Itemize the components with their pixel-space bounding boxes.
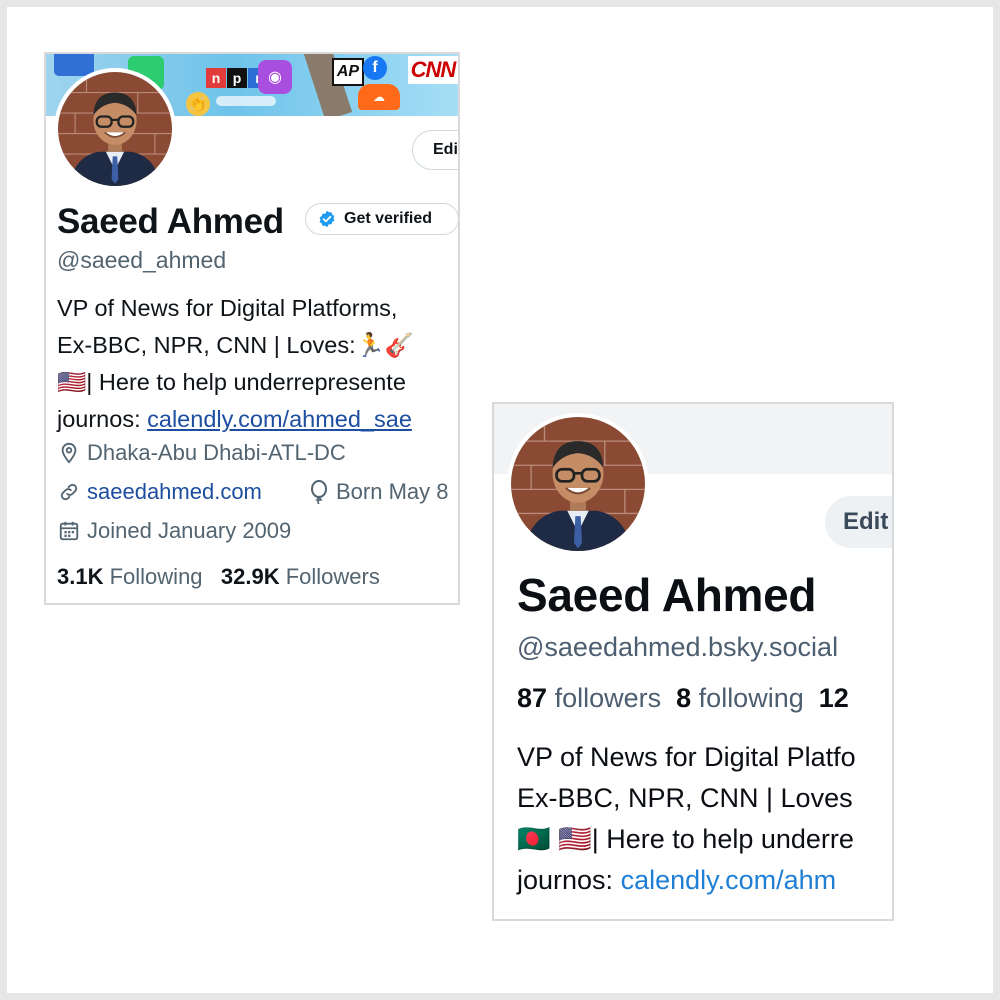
- profile-location: Dhaka-Abu Dhabi-ATL-DC: [58, 440, 346, 466]
- website-link[interactable]: saeedahmed.com: [87, 479, 262, 505]
- profile-name: Saeed Ahmed: [57, 202, 284, 241]
- facebook-icon: f: [363, 56, 387, 80]
- profile-name: Saeed Ahmed: [517, 569, 817, 621]
- bio-line: Ex-BBC, NPR, CNN | Loves: [517, 783, 853, 813]
- bio-line: VP of News for Digital Platforms,: [57, 295, 398, 321]
- get-verified-label: Get verified: [344, 210, 433, 227]
- us-flag-icon: 🇺🇸: [57, 369, 87, 395]
- bio-line: 🇧🇩 🇺🇸| Here to help underre: [517, 824, 854, 854]
- bio-line: 🇺🇸| Here to help underrepresente: [57, 369, 406, 395]
- get-verified-button[interactable]: Get verified: [305, 203, 458, 235]
- ap-logo: AP: [332, 58, 364, 86]
- profile-birthday: Born May 8: [309, 479, 449, 505]
- edit-profile-button[interactable]: Edit: [825, 496, 892, 548]
- x-profile-card: n p r ◉ 👏 AP f ☁ CNN: [44, 52, 460, 605]
- location-pin-icon: [61, 442, 77, 464]
- profile-bio: VP of News for Digital Platforms, Ex-BBC…: [57, 290, 458, 438]
- following-stat[interactable]: 8 following: [676, 683, 804, 713]
- clap-emoji-icon: 👏: [186, 92, 210, 116]
- verified-badge-icon: [319, 210, 335, 228]
- profile-avatar[interactable]: [54, 68, 176, 190]
- avatar-photo: [511, 417, 645, 551]
- profile-handle: @saeed_ahmed: [57, 247, 227, 273]
- profile-website[interactable]: saeedahmed.com: [58, 479, 262, 505]
- avatar-photo: [58, 72, 172, 186]
- calendar-icon: [59, 521, 79, 541]
- bio-line: journos: calendly.com/ahmed_sae: [57, 406, 412, 432]
- profile-handle: @saeedahmed.bsky.social: [517, 632, 839, 662]
- profile-avatar[interactable]: [507, 413, 649, 555]
- link-icon: [60, 483, 78, 501]
- flag-icons: 🇧🇩 🇺🇸: [517, 824, 592, 854]
- profile-stats: 3.1K Following 32.9K Followers: [57, 564, 380, 590]
- banner-stroke-decoration: [216, 96, 276, 106]
- soundcloud-icon: ☁: [358, 84, 400, 110]
- followers-stat[interactable]: 87 followers: [517, 683, 661, 713]
- posts-count: 12: [818, 683, 849, 713]
- bio-line: journos: calendly.com/ahm: [517, 865, 837, 895]
- bio-line: Ex-BBC, NPR, CNN | Loves:🏃🎸: [57, 332, 415, 358]
- cnn-logo: CNN: [408, 56, 458, 84]
- profile-bio: VP of News for Digital Platfo Ex-BBC, NP…: [517, 737, 856, 901]
- profile-joined: Joined January 2009: [58, 518, 291, 544]
- calendly-link[interactable]: calendly.com/ahm: [621, 865, 837, 895]
- npr-logo-p: p: [227, 68, 247, 88]
- followers-stat[interactable]: 32.9K Followers: [221, 564, 380, 589]
- podcasts-icon: ◉: [258, 60, 292, 94]
- profile-stats: 87 followers 8 following 12: [517, 683, 849, 714]
- bluesky-profile-card: Edit Saeed Ahmed @saeedahmed.bsky.social…: [492, 402, 894, 921]
- app-tile-icon: [54, 54, 94, 76]
- bio-line: VP of News for Digital Platfo: [517, 742, 856, 772]
- edit-profile-button[interactable]: Edi: [412, 130, 458, 170]
- npr-logo-n: n: [206, 68, 226, 88]
- balloon-icon: [311, 480, 327, 504]
- following-stat[interactable]: 3.1K Following: [57, 564, 203, 589]
- calendly-link[interactable]: calendly.com/ahmed_sae: [147, 406, 412, 432]
